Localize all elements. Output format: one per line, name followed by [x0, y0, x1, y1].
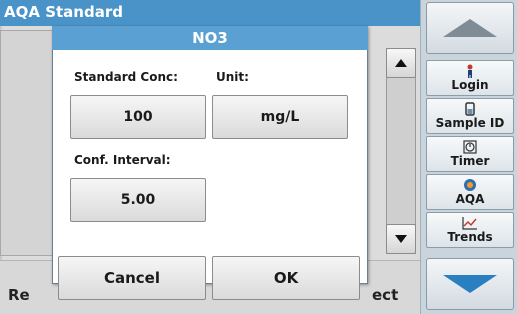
screen-titlebar: AQA Standard	[0, 0, 420, 26]
standard-conc-label: Standard Conc:	[74, 70, 178, 84]
background-list-panel	[0, 30, 58, 256]
aqa-icon	[463, 177, 477, 192]
ok-button[interactable]: OK	[212, 256, 360, 300]
sample-vial-icon	[465, 101, 475, 116]
screen-title: AQA Standard	[4, 3, 123, 21]
conf-interval-field[interactable]: 5.00	[70, 178, 206, 222]
toolbar-aqa-label: AQA	[455, 192, 485, 206]
person-icon	[465, 63, 475, 78]
toolbar-item-trends[interactable]: Trends	[426, 212, 514, 248]
conf-interval-label: Conf. Interval:	[74, 153, 171, 167]
timer-icon	[463, 139, 477, 154]
toolbar-scroll-up-button[interactable]	[426, 2, 514, 54]
toolbar-timer-label: Timer	[450, 154, 490, 168]
up-arrow-icon	[395, 59, 407, 67]
toolbar-sample-id-label: Sample ID	[435, 116, 505, 130]
dialog-title: NO3	[52, 26, 368, 50]
cancel-button[interactable]: Cancel	[58, 256, 206, 300]
unit-field[interactable]: mg/L	[212, 95, 348, 139]
bottom-left-button-label[interactable]: Re	[8, 286, 30, 304]
triangle-down-icon	[443, 275, 497, 293]
down-arrow-icon	[395, 235, 407, 243]
standard-conc-field[interactable]: 100	[70, 95, 206, 139]
toolbar-login-label: Login	[451, 78, 489, 92]
toolbar-item-login[interactable]: Login	[426, 60, 514, 96]
toolbar-item-timer[interactable]: Timer	[426, 136, 514, 172]
toolbar-scroll-down-button[interactable]	[426, 258, 514, 310]
trends-chart-icon	[462, 215, 478, 230]
toolbar-item-aqa[interactable]: AQA	[426, 174, 514, 210]
scroll-up-button[interactable]	[386, 48, 416, 78]
triangle-up-icon	[443, 19, 497, 37]
toolbar-item-sample-id[interactable]: Sample ID	[426, 98, 514, 134]
bottom-right-button-label[interactable]: ect	[372, 286, 398, 304]
unit-label: Unit:	[216, 70, 249, 84]
toolbar-trends-label: Trends	[447, 230, 493, 244]
scroll-down-button[interactable]	[386, 224, 416, 254]
